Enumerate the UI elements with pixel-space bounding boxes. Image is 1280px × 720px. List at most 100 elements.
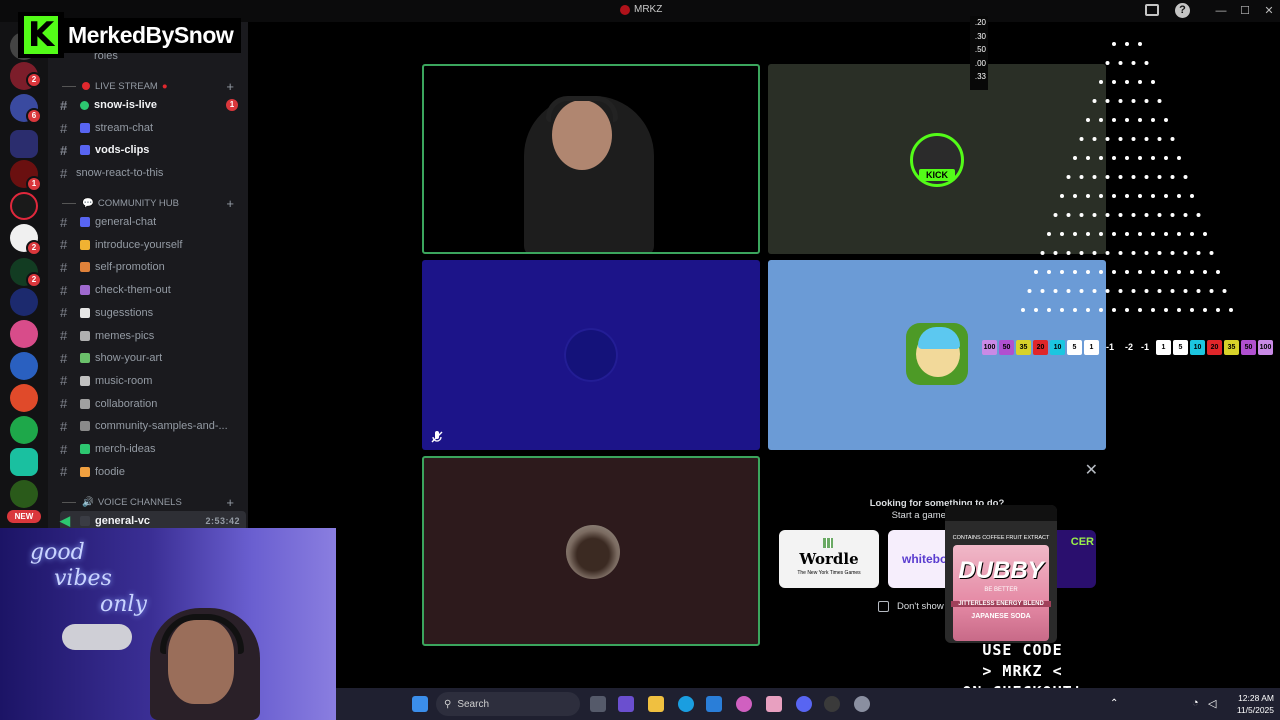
taskbar-search[interactable]: ⚲ Search [436,692,580,716]
call-tile-photo[interactable] [422,456,760,646]
participant-avatar [566,525,620,579]
chevron-up-icon[interactable]: ⌃ [1110,698,1118,709]
windows-start-icon[interactable] [412,696,428,712]
hash-icon: # [60,259,68,275]
inbox-icon[interactable] [1145,4,1159,16]
server-icon-12[interactable] [10,448,38,476]
channel-introduce-yourself[interactable]: # introduce-yourself [60,235,246,255]
server-icon-7[interactable] [10,288,38,316]
plinko-negative: -1 [1106,342,1115,352]
channel-show-your-art[interactable]: # show-your-art [60,348,246,368]
channel-check-them-out[interactable]: # check-them-out [60,280,246,300]
server-icon [620,4,630,15]
video-icon [80,145,90,155]
category-voice-channels[interactable]: 🔊 VOICE CHANNELS + [62,494,246,510]
channel-vods-clips[interactable]: # vods-clips [60,140,246,160]
plinko-peg [1196,251,1201,255]
store-icon[interactable] [706,696,722,712]
server-icon-10[interactable] [10,384,38,412]
microphone [62,624,132,650]
plinko-scores-left: 100 50 35 20 10 5 1 [982,340,1099,355]
task-view-icon[interactable] [590,696,606,712]
plinko-peg [1073,194,1077,198]
category-live-stream[interactable]: LIVE STREAM ● + [62,78,246,94]
plinko-peg [1112,80,1116,84]
channel-snow-is-live[interactable]: # snow-is-live 1 [60,95,246,115]
channel-music-room[interactable]: # music-room [60,371,246,391]
plinko-peg [1086,194,1090,198]
server-icon-4[interactable] [10,192,38,220]
server-icon-9[interactable] [10,352,38,380]
add-channel-icon[interactable]: + [226,196,234,211]
game-card-wordle[interactable]: Wordle The New York Times Games [779,530,879,588]
call-tile-camera[interactable] [422,64,760,254]
plinko-score: 50 [999,340,1014,355]
wifi-icon[interactable]: ◔ [1192,697,1199,709]
neon-word: only [100,592,147,617]
volume-icon[interactable]: ◁ [1208,697,1216,710]
close-icon[interactable]: ✕ [1085,460,1098,480]
plinko-peg [1131,213,1136,217]
copilot-icon[interactable] [736,696,752,712]
channel-general-chat[interactable]: # general-chat [60,212,246,232]
plinko-peg [1099,308,1103,312]
clock-date: 11/5/2025 [1236,705,1274,715]
channel-snow-react-to-this[interactable]: # snow-react-to-this [60,163,246,183]
plinko-peg [1125,118,1129,122]
plinko-peg [1086,270,1090,274]
maximize-button[interactable]: ☐ [1236,2,1254,20]
plinko-peg [1040,289,1045,293]
teams-icon[interactable] [618,696,634,712]
plinko-peg [1118,61,1123,65]
server-icon-8[interactable] [10,320,38,348]
channel-self-promotion[interactable]: # self-promotion [60,257,246,277]
plinko-peg [1125,156,1129,160]
close-button[interactable]: ✕ [1260,2,1278,20]
call-tile-blue[interactable] [422,260,760,450]
server-folder-icon[interactable] [10,130,38,158]
file-explorer-icon[interactable] [648,696,664,712]
channel-sugesstions[interactable]: # sugesstions [60,303,246,323]
stream-overlay-logo: K MerkedBySnow [18,12,242,58]
help-icon[interactable]: ? [1175,3,1190,18]
system-clock[interactable]: 12:28 AM 11/5/2025 [1228,692,1274,716]
server-icon-11[interactable] [10,416,38,444]
category-community-hub[interactable]: 💬 COMMUNITY HUB + [62,195,246,211]
discord-icon[interactable] [796,696,812,712]
plinko-peg [1138,118,1142,122]
dont-show-checkbox[interactable] [878,601,889,612]
channel-merch-ideas[interactable]: # merch-ideas [60,439,246,459]
voice-timer: 2:53:42 [205,516,240,526]
add-channel-icon[interactable]: + [226,79,234,94]
voice-channel-general-vc[interactable]: ◀ general-vc 2:53:42 [60,511,246,528]
dont-show-option[interactable]: Don't show [878,601,944,612]
mention-badge: 1 [226,99,238,111]
channel-label: music-room [95,374,153,387]
plinko-peg [1060,232,1064,236]
plinko-peg [1112,118,1116,122]
channel-foodie[interactable]: # foodie [60,462,246,482]
plinko-peg [1144,213,1149,217]
channel-stream-chat[interactable]: # stream-chat [60,118,246,138]
category-label: VOICE CHANNELS [97,496,182,508]
edge-icon[interactable] [678,696,694,712]
plinko-peg [1086,118,1090,122]
plinko-peg [1112,308,1116,312]
server-icon-13[interactable] [10,480,38,508]
game-name: whitebo [902,552,948,566]
obs-icon[interactable] [824,696,840,712]
settings-icon[interactable] [854,696,870,712]
channel-collaboration[interactable]: # collaboration [60,394,246,414]
add-channel-icon[interactable]: + [226,495,234,510]
hash-icon: # [60,373,68,389]
channel-memes-pics[interactable]: # memes-pics [60,326,246,346]
plinko-peg [1125,80,1129,84]
plinko-peg [1177,156,1181,160]
app-icon[interactable] [766,696,782,712]
plinko-peg [1034,270,1038,274]
plinko-peg [1066,289,1071,293]
plinko-peg [1151,232,1155,236]
channel-emoji-icon [80,239,90,250]
minimize-button[interactable]: — [1212,2,1230,20]
channel-community-samples-and-[interactable]: # community-samples-and-... [60,416,246,436]
